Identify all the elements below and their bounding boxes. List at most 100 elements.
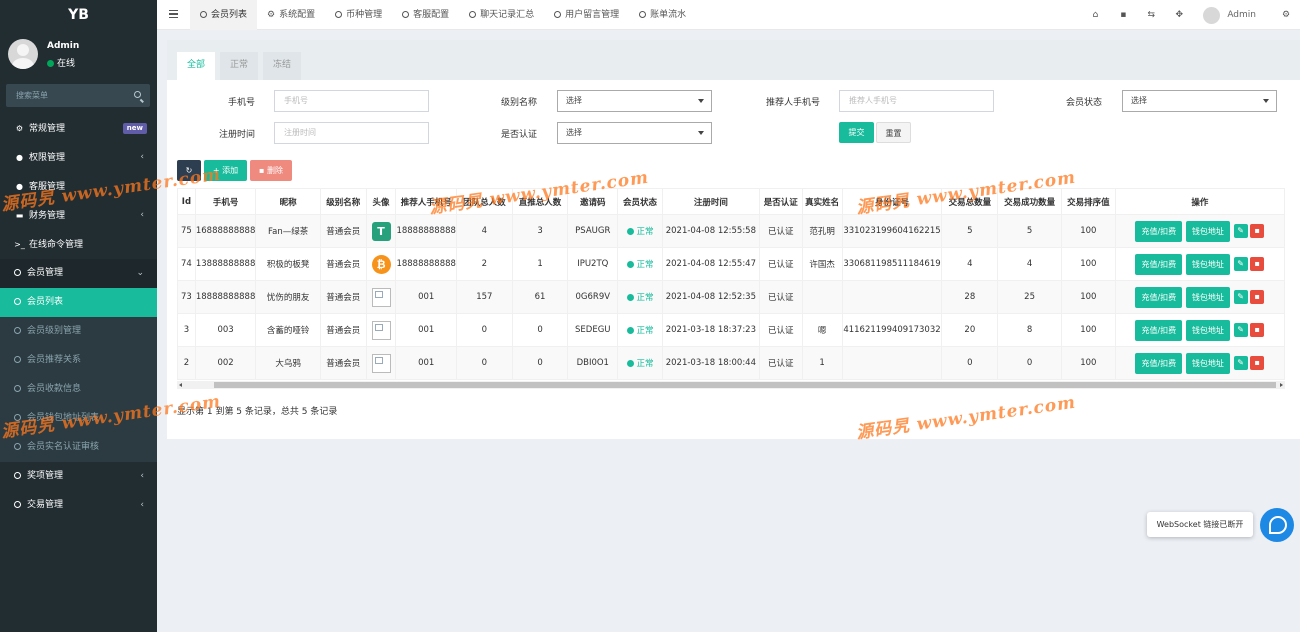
sidebar-item-member-level[interactable]: 会员级别管理 [0, 317, 157, 346]
menu-toggle-icon[interactable] [169, 10, 178, 18]
recharge-button[interactable]: 充值/扣费 [1135, 220, 1183, 242]
recharge-button[interactable]: 充值/扣费 [1135, 352, 1183, 374]
cell-status[interactable]: 正常 [617, 280, 663, 314]
verified-select[interactable]: 选择 [557, 122, 712, 144]
status-label: 正常 [636, 359, 654, 369]
sidebar-search-input[interactable]: 搜索菜单 [6, 84, 150, 107]
cell-avatar: ₿ [365, 247, 397, 281]
tab-all[interactable]: 全部 [177, 52, 216, 80]
recharge-button[interactable]: 充值/扣费 [1135, 253, 1183, 275]
gears-icon[interactable]: ⚙ [1272, 10, 1300, 20]
fullscreen-icon[interactable]: ✥ [1165, 10, 1193, 20]
sidebar-item-members[interactable]: 会员管理 ⌄ [0, 259, 157, 288]
chevron-left-icon: ‹ [140, 500, 144, 510]
tab-currency[interactable]: 币种管理 [325, 0, 392, 30]
phone-input[interactable]: 手机号 [274, 90, 429, 112]
tab-bill-flow[interactable]: 账单流水 [629, 0, 696, 30]
tab-service-config[interactable]: 客服配置 [392, 0, 459, 30]
cell-verified[interactable]: 已认证 [758, 214, 803, 248]
broken-image-icon[interactable] [371, 287, 391, 307]
col-id[interactable]: Id [177, 188, 196, 215]
edit-icon[interactable]: ✎ [1233, 257, 1248, 271]
cell-status[interactable]: 正常 [617, 313, 663, 347]
search-icon[interactable] [134, 91, 141, 98]
sidebar-item-general[interactable]: ⚙ 常规管理 new [0, 114, 157, 143]
status-select[interactable]: 选择 [1122, 90, 1277, 112]
edit-icon[interactable]: ✎ [1233, 323, 1248, 337]
col-real-name[interactable]: 真实姓名 [801, 188, 843, 215]
cell-status[interactable]: 正常 [617, 247, 663, 281]
cell-verified[interactable]: 已认证 [758, 346, 803, 380]
delete-icon[interactable]: ▪ [1250, 257, 1265, 271]
status-label: 会员状态 [1065, 98, 1102, 108]
navbar-user-name[interactable]: Admin [1227, 10, 1256, 20]
col-avatar[interactable]: 头像 [365, 188, 397, 215]
wallet-address-button[interactable]: 钱包地址 [1185, 220, 1230, 242]
cell-status[interactable]: 正常 [617, 346, 663, 380]
broken-image-icon[interactable] [371, 353, 391, 373]
col-trade-sort[interactable]: 交易排序值 [1060, 188, 1116, 215]
ref-phone-input[interactable]: 推荐人手机号 [839, 90, 994, 112]
reg-time-input[interactable]: 注册时间 [274, 122, 429, 144]
cell-phone: 18888888888 [194, 280, 257, 314]
sidebar-item-command[interactable]: >_ 在线命令管理 [0, 230, 157, 259]
edit-icon[interactable]: ✎ [1233, 290, 1248, 304]
sidebar-item-member-list[interactable]: 会员列表 [0, 288, 157, 317]
scroll-left-icon[interactable] [179, 383, 182, 387]
col-verified[interactable]: 是否认证 [758, 188, 803, 215]
edit-icon[interactable]: ✎ [1233, 224, 1248, 238]
delete-icon[interactable]: ▪ [1250, 290, 1265, 304]
recharge-button[interactable]: 充值/扣费 [1135, 286, 1183, 308]
app-logo[interactable]: YB [0, 0, 157, 30]
cell-verified[interactable]: 已认证 [758, 247, 803, 281]
delete-icon[interactable]: ▪ [1250, 356, 1265, 370]
horizontal-scrollbar[interactable] [177, 381, 1285, 389]
recharge-button[interactable]: 充值/扣费 [1135, 319, 1183, 341]
broken-image-icon[interactable] [371, 320, 391, 340]
reset-button[interactable]: 重置 [876, 122, 911, 143]
cell-status[interactable]: 正常 [617, 214, 663, 248]
tab-user-messages[interactable]: 用户留言管理 [544, 0, 629, 30]
edit-icon[interactable]: ✎ [1233, 356, 1248, 370]
bitcoin-avatar-icon[interactable]: ₿ [371, 254, 391, 274]
tab-chat-records[interactable]: 聊天记录汇总 [459, 0, 544, 30]
delete-button[interactable]: ▪ 删除 [250, 160, 292, 181]
scroll-right-icon[interactable] [1280, 383, 1283, 387]
sidebar-item-trade[interactable]: 交易管理 ‹ [0, 491, 157, 520]
top-navbar: 会员列表 ⚙ 系统配置 币种管理 客服配置 聊天记录汇总 用户留言管理 账单流水 … [157, 0, 1300, 30]
sidebar-item-awards[interactable]: 奖项管理 ‹ [0, 462, 157, 491]
col-phone[interactable]: 手机号 [194, 188, 257, 215]
col-reg-time[interactable]: 注册时间 [661, 188, 760, 215]
avatar[interactable] [1203, 6, 1221, 24]
sidebar-item-member-referral[interactable]: 会员推荐关系 [0, 346, 157, 375]
cell-verified[interactable]: 已认证 [758, 280, 803, 314]
delete-icon[interactable]: ▪ [1250, 323, 1265, 337]
col-nick[interactable]: 昵称 [255, 188, 321, 215]
trash-icon[interactable]: ▪ [1109, 10, 1137, 20]
home-icon[interactable]: ⌂ [1081, 10, 1109, 20]
wallet-address-button[interactable]: 钱包地址 [1185, 352, 1230, 374]
level-select[interactable]: 选择 [557, 90, 712, 112]
wallet-address-button[interactable]: 钱包地址 [1185, 319, 1230, 341]
col-status[interactable]: 会员状态 [617, 188, 663, 215]
cell-reg-time: 2021-04-08 12:52:35 [661, 280, 760, 314]
delete-icon[interactable]: ▪ [1250, 224, 1265, 238]
tab-frozen[interactable]: 冻结 [263, 52, 302, 80]
translate-icon[interactable]: ⇆ [1137, 10, 1165, 20]
cell-direct: 3 [511, 214, 569, 248]
col-level[interactable]: 级别名称 [319, 188, 367, 215]
wallet-address-button[interactable]: 钱包地址 [1185, 286, 1230, 308]
cell-invite-code: SEDEGU [567, 313, 619, 347]
scrollbar-thumb[interactable] [214, 382, 1276, 388]
chat-bubble-icon[interactable] [1260, 508, 1294, 542]
sidebar-item-label: 奖项管理 [27, 471, 64, 481]
tab-member-list[interactable]: 会员列表 [190, 0, 258, 30]
sidebar-item-auth[interactable]: ● 权限管理 ‹ [0, 143, 157, 172]
tab-system-config[interactable]: ⚙ 系统配置 [257, 0, 325, 30]
circle-icon [335, 11, 343, 18]
cell-verified[interactable]: 已认证 [758, 313, 803, 347]
wallet-address-button[interactable]: 钱包地址 [1185, 253, 1230, 275]
tether-avatar-icon[interactable]: T [371, 221, 391, 241]
tab-normal[interactable]: 正常 [220, 52, 259, 80]
submit-button[interactable]: 提交 [839, 122, 874, 143]
